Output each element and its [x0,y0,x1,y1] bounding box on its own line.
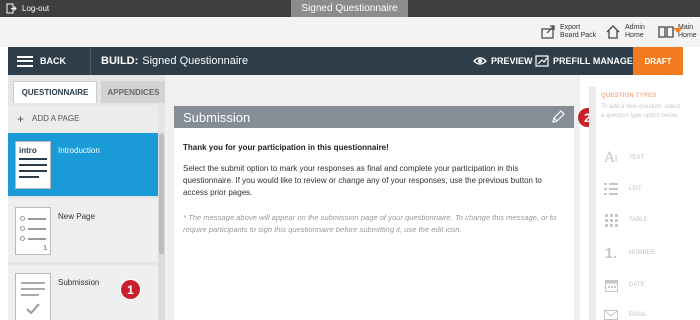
export-icon [540,24,556,40]
question-type-email[interactable]: EMAIL [603,307,647,320]
main-label-line2: Home [678,32,697,39]
export-label-line2: Board Pack [560,32,597,39]
question-type-table[interactable]: TABLE [603,212,648,228]
question-types-panel: QUESTION TYPES To add a new question, se… [589,75,683,320]
qtype-label-email: EMAIL [629,312,648,318]
question-types-scrollbar[interactable] [589,87,596,320]
page-item-introduction[interactable]: intro Introduction [8,133,158,196]
add-page-button[interactable]: + ADD A PAGE [8,105,158,132]
export-label-line1: Export [560,24,581,31]
table-icon [603,212,619,228]
qtype-label-date: DATE [629,282,645,288]
list-icon [603,181,619,197]
home-icon [605,24,621,40]
export-board-pack-button[interactable]: Export Board Pack [540,17,596,47]
question-type-text[interactable]: AI TEXT [603,150,644,166]
build-prefix: BUILD: [101,55,139,67]
back-button[interactable]: BACK [8,47,91,75]
eye-icon [473,55,487,67]
builder-header: BACK BUILD: Signed Questionnaire PREVIEW… [8,47,683,75]
pages-scroll-thumb[interactable] [159,134,164,254]
tab-questionnaire[interactable]: QUESTIONNAIRE [13,81,97,103]
top-bar: Log-out Signed Questionnaire [0,0,700,17]
build-title-text: Signed Questionnaire [142,55,249,67]
question-type-list[interactable]: LIST [603,181,642,197]
page-title: BUILD: Signed Questionnaire [101,47,248,75]
submission-card-header: Submission [174,106,574,128]
page-label-submission: Submission [58,278,100,287]
logout-label: Log-out [22,4,50,13]
admin-label-line1: Admin [625,24,645,31]
admin-label-line2: Home [625,32,644,39]
qtype-label-list: LIST [629,186,642,192]
question-type-date[interactable]: DATE [603,277,645,293]
submission-page-thumbnail [15,273,51,320]
tab-signed-questionnaire[interactable]: Signed Questionnaire [291,0,408,17]
logout-icon [6,3,17,14]
question-types-desc: To add a new question, select a question… [601,104,681,119]
prefill-manager-button[interactable]: PREFILL MANAGER [535,47,639,75]
page-label-new-page: New Page [58,212,95,221]
qtype-label-text: TEXT [629,155,645,161]
main-content: Submission Thank you for your participat… [165,75,580,320]
add-page-label: ADD A PAGE [32,114,80,123]
admin-home-button[interactable]: Admin Home [605,17,645,47]
page-label-introduction: Introduction [58,146,100,155]
new-page-thumbnail: 1 [15,207,51,255]
prefill-icon [535,55,549,67]
pages-panel: QUESTIONNAIRE APPENDICES + ADD A PAGE in… [8,75,166,320]
toolbar: Export Board Pack Admin Home Main Home [0,17,700,47]
qtype-label-number: NUMBER [629,250,656,256]
tab-appendices[interactable]: APPENDICES [101,81,166,103]
thumb-page-number: 1 [43,245,47,252]
calendar-icon [603,277,619,293]
draft-pointer [673,28,683,33]
submission-note: * The message above will appear on the s… [183,213,557,234]
number-icon: 1. [604,244,618,262]
text-icon: AI [604,150,618,166]
thumb-intro-text: intro [19,146,37,155]
hamburger-icon [17,55,33,67]
callout-badge-1: 1 [120,279,141,300]
question-type-number[interactable]: 1. NUMBER [603,244,656,262]
plus-icon: + [17,111,25,126]
draft-status-button[interactable]: DRAFT [633,47,683,75]
submission-card: Submission Thank you for your participat… [174,106,574,320]
question-types-title: QUESTION TYPES [601,93,657,99]
qtype-label-table: TABLE [629,217,648,223]
pages-scrollbar[interactable] [158,132,165,320]
intro-page-thumbnail: intro [15,141,51,189]
prefill-label: PREFILL MANAGER [553,56,640,66]
preview-label: PREVIEW [491,56,533,66]
logout-link[interactable]: Log-out [6,2,49,15]
pencil-icon[interactable] [550,109,566,125]
card-title: Submission [183,109,251,125]
checkmark-icon [26,303,40,315]
submission-message: Select the submit option to mark your re… [183,164,542,197]
thanks-heading: Thank you for your participation in this… [183,143,389,152]
back-label: BACK [40,56,66,66]
preview-button[interactable]: PREVIEW [473,47,533,75]
email-icon [603,307,619,320]
page-item-new-page[interactable]: 1 New Page [8,199,158,262]
book-icon [658,24,674,40]
panel-tabs: QUESTIONNAIRE APPENDICES [8,79,166,103]
